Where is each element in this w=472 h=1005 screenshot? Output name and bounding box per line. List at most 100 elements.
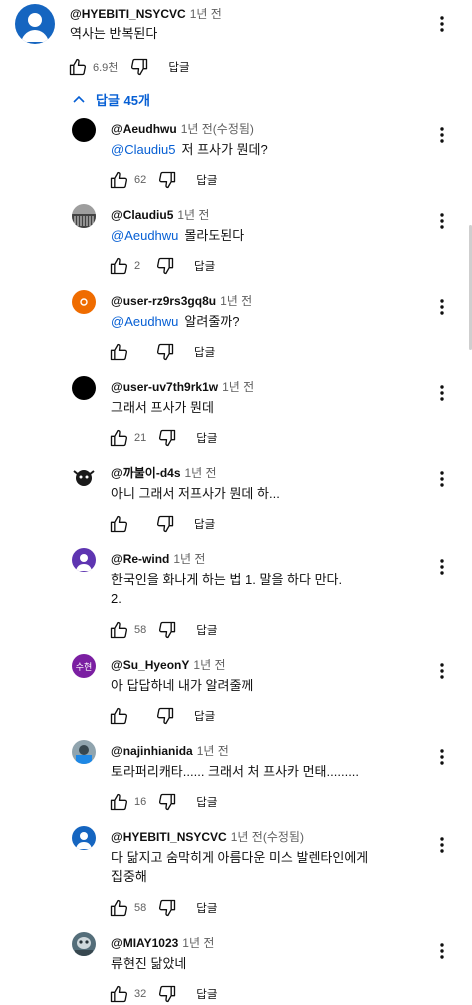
mention-link[interactable]: @Aeudhwu bbox=[111, 314, 178, 329]
like-button[interactable] bbox=[108, 983, 130, 1005]
comment-menu-button[interactable] bbox=[432, 745, 452, 769]
like-button[interactable] bbox=[108, 255, 130, 277]
avatar[interactable] bbox=[72, 290, 96, 314]
timestamp[interactable]: 1년 전(수정됨) bbox=[181, 122, 254, 136]
avatar[interactable] bbox=[72, 548, 96, 572]
like-button[interactable] bbox=[108, 705, 130, 727]
more-vert-icon bbox=[440, 385, 444, 401]
avatar[interactable]: 수현 bbox=[72, 654, 96, 678]
comment-menu-button[interactable] bbox=[432, 209, 452, 233]
purple-user-avatar-icon bbox=[72, 548, 96, 572]
author-name[interactable]: @user-uv7th9rk1w bbox=[111, 380, 218, 394]
mention-link[interactable]: @Aeudhwu bbox=[111, 228, 178, 243]
dislike-button[interactable] bbox=[156, 427, 178, 449]
author-name[interactable]: @HYEBITI_NSYCVC bbox=[111, 830, 227, 844]
reply-button[interactable]: 답글 bbox=[196, 172, 217, 188]
reply-button[interactable]: 답글 bbox=[196, 794, 217, 810]
timestamp[interactable]: 1년 전 bbox=[173, 552, 205, 566]
comment-text: 역사는 반복된다 bbox=[70, 24, 157, 43]
author-name[interactable]: @MIAY1023 bbox=[111, 936, 178, 950]
user-avatar-icon bbox=[72, 826, 96, 850]
thumb-up-icon bbox=[68, 57, 88, 77]
comment-menu-button[interactable] bbox=[432, 659, 452, 683]
replies-toggle-button[interactable]: 답글 45개 bbox=[72, 88, 150, 110]
comment-header: @HYEBITI_NSYCVC 1년 전(수정됨) bbox=[111, 828, 304, 845]
chevron-up-icon bbox=[73, 95, 85, 103]
like-button[interactable] bbox=[108, 427, 130, 449]
reply-button[interactable]: 답글 bbox=[194, 708, 215, 724]
comment-menu-button[interactable] bbox=[432, 123, 452, 147]
comment-menu-button[interactable] bbox=[432, 467, 452, 491]
reply-button[interactable]: 답글 bbox=[196, 900, 217, 916]
like-button[interactable] bbox=[108, 513, 130, 535]
dislike-button[interactable] bbox=[154, 705, 176, 727]
reply-button[interactable]: 답글 bbox=[168, 59, 189, 75]
comment-body: 그래서 프사가 뭔데 bbox=[111, 400, 214, 415]
avatar[interactable] bbox=[72, 118, 96, 142]
timestamp[interactable]: 1년 전 bbox=[197, 744, 229, 758]
comment-text: 아니 그래서 저프사가 뭔데 하... bbox=[111, 484, 280, 503]
avatar[interactable] bbox=[15, 4, 55, 44]
dislike-button[interactable] bbox=[156, 983, 178, 1005]
like-button[interactable] bbox=[108, 341, 130, 363]
dislike-button[interactable] bbox=[156, 791, 178, 813]
author-name[interactable]: @Su_HyeonY bbox=[111, 658, 189, 672]
reply-button[interactable]: 답글 bbox=[194, 258, 215, 274]
more-vert-icon bbox=[440, 471, 444, 487]
avatar[interactable] bbox=[72, 464, 96, 488]
dislike-button[interactable] bbox=[154, 255, 176, 277]
timestamp[interactable]: 1년 전 bbox=[177, 208, 209, 222]
dislike-button[interactable] bbox=[154, 341, 176, 363]
comment-menu-button[interactable] bbox=[432, 555, 452, 579]
timestamp[interactable]: 1년 전 bbox=[222, 380, 254, 394]
like-count: 2 bbox=[134, 260, 141, 272]
mention-link[interactable]: @Claudiu5 bbox=[111, 142, 176, 157]
like-button[interactable] bbox=[108, 897, 130, 919]
comment-menu-button[interactable] bbox=[432, 12, 452, 36]
timestamp[interactable]: 1년 전 bbox=[190, 7, 222, 21]
avatar[interactable] bbox=[72, 376, 96, 400]
author-name[interactable]: @najinhianida bbox=[111, 744, 193, 758]
dislike-button[interactable] bbox=[156, 619, 178, 641]
author-name[interactable]: @Re-wind bbox=[111, 552, 169, 566]
comment-menu-button[interactable] bbox=[432, 381, 452, 405]
comment-menu-button[interactable] bbox=[432, 939, 452, 963]
like-button[interactable] bbox=[108, 619, 130, 641]
author-name[interactable]: @user-rz9rs3gq8u bbox=[111, 294, 216, 308]
timestamp[interactable]: 1년 전 bbox=[193, 658, 225, 672]
like-button[interactable] bbox=[108, 791, 130, 813]
like-button[interactable] bbox=[108, 169, 130, 191]
comment-body: 다 닮지고 숨막히게 아름다운 미스 발렌타인에게 bbox=[111, 850, 369, 865]
character-photo-avatar-icon bbox=[72, 740, 96, 764]
reply-button[interactable]: 답글 bbox=[196, 986, 217, 1002]
avatar[interactable] bbox=[72, 826, 96, 850]
dislike-button[interactable] bbox=[128, 56, 150, 78]
author-name[interactable]: @까불이-d4s bbox=[111, 466, 181, 480]
dislike-button[interactable] bbox=[154, 513, 176, 535]
comment-header: @Re-wind 1년 전 bbox=[111, 550, 205, 567]
dislike-button[interactable] bbox=[156, 897, 178, 919]
comment-menu-button[interactable] bbox=[432, 833, 452, 857]
timestamp[interactable]: 1년 전 bbox=[220, 294, 252, 308]
comment-menu-button[interactable] bbox=[432, 295, 452, 319]
comment-header: @user-uv7th9rk1w 1년 전 bbox=[111, 378, 254, 395]
timestamp[interactable]: 1년 전 bbox=[182, 936, 214, 950]
avatar[interactable] bbox=[72, 932, 96, 956]
comment-header: @user-rz9rs3gq8u 1년 전 bbox=[111, 292, 252, 309]
timestamp[interactable]: 1년 전 bbox=[185, 466, 217, 480]
author-name[interactable]: @HYEBITI_NSYCVC bbox=[70, 7, 186, 21]
author-name[interactable]: @Claudiu5 bbox=[111, 208, 173, 222]
avatar[interactable] bbox=[72, 204, 96, 228]
thumb-up-icon bbox=[109, 984, 129, 1004]
reply-button[interactable]: 답글 bbox=[196, 622, 217, 638]
like-button[interactable] bbox=[67, 56, 89, 78]
dislike-button[interactable] bbox=[156, 169, 178, 191]
thumb-up-icon bbox=[109, 898, 129, 918]
reply-button[interactable]: 답글 bbox=[196, 430, 217, 446]
timestamp[interactable]: 1년 전(수정됨) bbox=[231, 830, 304, 844]
avatar[interactable] bbox=[72, 740, 96, 764]
reply-button[interactable]: 답글 bbox=[194, 516, 215, 532]
author-name[interactable]: @Aeudhwu bbox=[111, 122, 177, 136]
reply-button[interactable]: 답글 bbox=[194, 344, 215, 360]
comment-text: @Claudiu5 저 프사가 뭔데? bbox=[111, 140, 268, 159]
